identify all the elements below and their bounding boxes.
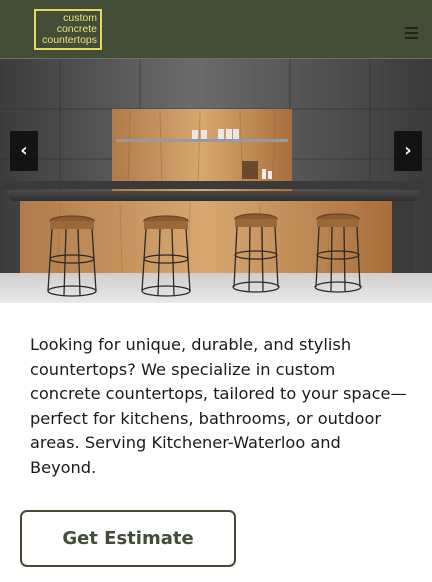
site-header: custom concrete countertops [0, 0, 432, 59]
hero-image [0, 59, 432, 303]
chevron-right-icon[interactable]: › [394, 131, 422, 171]
intro-text: Looking for unique, durable, and stylish… [30, 335, 407, 477]
hamburger-menu-icon[interactable] [405, 27, 418, 39]
hero-slider: ‹ › [0, 59, 432, 303]
logo-text: custom concrete countertops [42, 13, 97, 46]
get-estimate-button[interactable]: Get Estimate [20, 510, 236, 567]
chevron-left-icon[interactable]: ‹ [10, 131, 38, 171]
logo[interactable]: custom concrete countertops [34, 9, 102, 50]
logo-line-countertops: countertops [42, 34, 97, 46]
